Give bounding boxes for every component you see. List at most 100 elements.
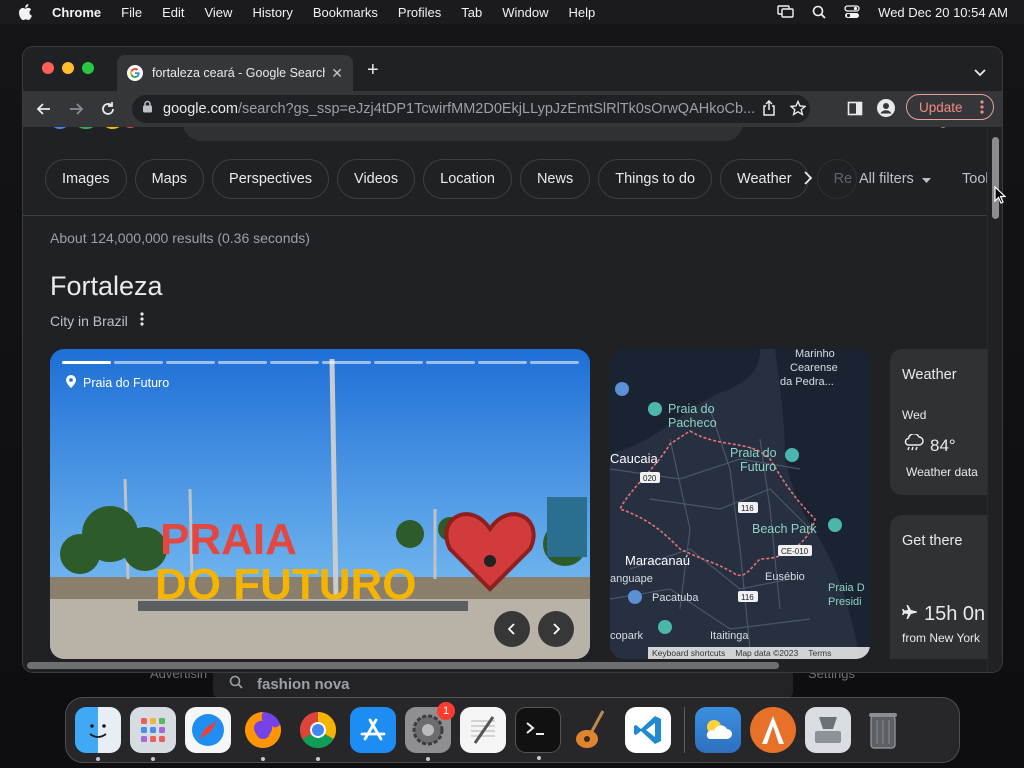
trash-icon[interactable] (860, 707, 906, 753)
background-search-bar: fashion nova (213, 670, 793, 698)
map-keyboard-shortcuts-link[interactable]: Keyboard shortcuts (652, 648, 725, 658)
photo-location-label: Praia do Futuro (66, 375, 169, 391)
back-arrow-icon[interactable] (34, 99, 54, 119)
caret-down-icon (921, 171, 931, 187)
side-panel-icon[interactable] (847, 101, 863, 121)
bookmark-star-icon[interactable] (789, 99, 807, 121)
screen-mirroring-icon[interactable] (777, 5, 794, 19)
menu-profiles[interactable]: Profiles (398, 5, 441, 20)
chip-maps[interactable]: Maps (134, 159, 205, 199)
chip-videos[interactable]: Videos (337, 159, 416, 199)
tools-button[interactable]: Tool (962, 171, 987, 187)
spotlight-search-icon[interactable] (812, 5, 826, 19)
dock-separator (684, 707, 685, 753)
chip-images[interactable]: Images (45, 159, 127, 199)
all-filters-button[interactable]: All filters (859, 171, 931, 187)
vertical-scrollbar[interactable] (987, 127, 1002, 672)
horizontal-scrollbar[interactable] (23, 659, 987, 672)
firefox-icon[interactable] (240, 707, 286, 761)
new-tab-icon[interactable]: + (367, 59, 379, 82)
menu-window[interactable]: Window (502, 5, 548, 20)
share-icon[interactable] (762, 99, 776, 121)
map-label-pedra: da Pedra... (780, 376, 834, 388)
chip-weather[interactable]: Weather (720, 159, 809, 199)
map-label-itaitinga: Itaitinga (710, 630, 749, 642)
google-search-box[interactable] (183, 127, 743, 141)
zoom-window-button[interactable] (82, 62, 94, 74)
chevron-right-icon[interactable] (803, 170, 813, 191)
orange-app-icon[interactable] (750, 707, 796, 753)
search-results-page: Images Maps Perspectives Videos Location… (23, 127, 987, 672)
map-label-anguape: anguape (610, 573, 653, 585)
vertical-scroll-thumb[interactable] (992, 137, 999, 219)
map-label-pacheco-2: Pacheco (668, 416, 717, 430)
boot-camp-assistant-icon[interactable] (805, 707, 851, 753)
update-button[interactable]: Update (906, 94, 994, 120)
settings-gear-icon[interactable] (933, 127, 953, 138)
sign-line-2: DO FUTURO (155, 560, 417, 609)
menu-bar: Chrome File Edit View History Bookmarks … (0, 0, 1024, 24)
more-options-icon[interactable] (140, 312, 144, 329)
menu-app-name[interactable]: Chrome (52, 5, 101, 20)
map-road-020: 020 (643, 474, 657, 483)
close-window-button[interactable] (42, 62, 54, 74)
weather-app-icon[interactable] (695, 707, 741, 753)
get-there-card[interactable]: Get there 15h 0n from New York (890, 515, 987, 672)
menu-edit[interactable]: Edit (162, 5, 184, 20)
menu-tab[interactable]: Tab (461, 5, 482, 20)
forward-arrow-icon[interactable] (66, 99, 86, 119)
map-label-maracanau: Maracanaú (625, 553, 690, 568)
terminal-icon[interactable] (515, 707, 561, 760)
lock-icon[interactable] (142, 100, 153, 118)
garageband-icon[interactable] (570, 707, 616, 753)
safari-icon[interactable] (185, 707, 231, 753)
weather-temp: 84° (930, 435, 956, 455)
menu-help[interactable]: Help (569, 5, 596, 20)
flight-time-row: 15h 0n (902, 603, 985, 626)
url-path: /search?gs_ssp=eJzj4tDP1TcwirfMM2D0EkjLL… (237, 101, 756, 117)
chip-truncated[interactable]: Re (816, 159, 858, 199)
map-terms-link[interactable]: Terms (808, 648, 831, 658)
textedit-icon[interactable] (460, 707, 506, 753)
google-favicon-icon (127, 65, 143, 81)
apple-icon[interactable] (18, 4, 34, 20)
map-data-credit: Map data ©2023 (735, 648, 799, 658)
finder-icon[interactable] (75, 707, 121, 761)
tab-title: fortaleza ceará - Google Search (152, 66, 326, 80)
map-preview[interactable]: Marinho Cearense da Pedra... Praia do Pa… (610, 349, 870, 659)
google-logo-icon[interactable] (47, 127, 137, 139)
chip-perspectives[interactable]: Perspectives (212, 159, 330, 199)
menu-bookmarks[interactable]: Bookmarks (313, 5, 378, 20)
menu-history[interactable]: History (252, 5, 292, 20)
vscode-icon[interactable] (625, 707, 671, 753)
weather-card[interactable]: Weather Wed 84° Weather data (890, 349, 987, 495)
carousel-next-button[interactable] (538, 611, 574, 647)
system-settings-icon[interactable]: 1 (405, 702, 455, 761)
menu-view[interactable]: View (204, 5, 232, 20)
address-bar[interactable]: google.com/search?gs_ssp=eJzj4tDP1Tcwirf… (132, 95, 810, 123)
horizontal-scroll-thumb[interactable] (27, 662, 779, 669)
chip-news[interactable]: News (519, 159, 591, 199)
chip-location[interactable]: Location (423, 159, 512, 199)
flight-time: 15h 0n (924, 603, 986, 625)
profile-avatar-icon[interactable] (877, 99, 895, 122)
chip-things-to-do[interactable]: Things to do (598, 159, 713, 199)
settings-badge: 1 (437, 702, 455, 720)
menu-file[interactable]: File (121, 5, 142, 20)
minimize-window-button[interactable] (62, 62, 74, 74)
chrome-icon[interactable] (295, 707, 341, 761)
menubar-clock[interactable]: Wed Dec 20 10:54 AM (878, 5, 1008, 20)
url-text: google.com/search?gs_ssp=eJzj4tDP1Tcwirf… (163, 101, 763, 117)
tab-active[interactable]: fortaleza ceará - Google Search ✕ (117, 55, 353, 91)
reload-icon[interactable] (98, 99, 118, 119)
tab-close-icon[interactable]: ✕ (331, 65, 343, 82)
tab-search-chevron-icon[interactable] (974, 64, 986, 82)
carousel-prev-button[interactable] (494, 611, 530, 647)
app-store-icon[interactable] (350, 707, 396, 753)
entity-title: Fortaleza (50, 271, 163, 301)
launchpad-icon[interactable] (130, 707, 176, 761)
photo-carousel[interactable]: PRAIA DO FUTURO Praia do Futuro (50, 349, 590, 659)
more-menu-icon[interactable] (980, 100, 984, 117)
location-pin-icon (66, 375, 76, 391)
control-center-icon[interactable] (844, 5, 860, 19)
